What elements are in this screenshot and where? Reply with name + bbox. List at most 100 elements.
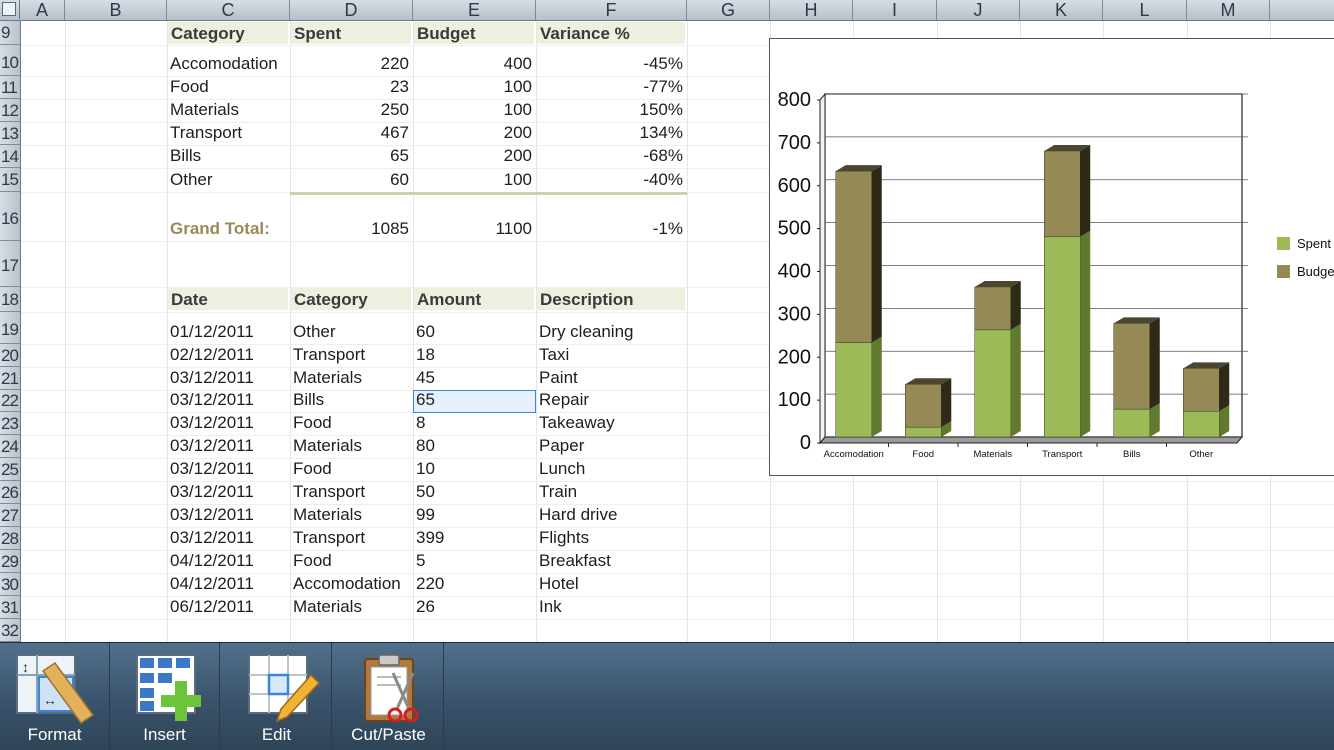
summary-cell[interactable]: 220 xyxy=(293,54,409,74)
summary-cell[interactable]: -77% xyxy=(539,77,683,97)
grand-total-budget[interactable]: 1100 xyxy=(416,219,532,239)
row-header-17[interactable]: 17 xyxy=(0,241,20,287)
column-header-l[interactable]: L xyxy=(1103,0,1187,20)
bar-spent-bills[interactable] xyxy=(1113,408,1150,438)
summary-cell[interactable]: -40% xyxy=(539,170,683,190)
column-header-f[interactable]: F xyxy=(536,0,687,20)
expense-header-cell[interactable]: Amount xyxy=(414,288,534,310)
bar-budget-bills[interactable] xyxy=(1113,323,1150,410)
row-header-30[interactable]: 30 xyxy=(0,573,20,596)
summary-cell[interactable]: 100 xyxy=(416,77,532,97)
expense-cell[interactable]: 02/12/2011 xyxy=(170,345,286,365)
column-header-k[interactable]: K xyxy=(1020,0,1103,20)
summary-cell[interactable]: -45% xyxy=(539,54,683,74)
expense-cell[interactable]: Transport xyxy=(293,345,409,365)
summary-cell[interactable]: Other xyxy=(170,170,286,190)
bar-budget-food[interactable] xyxy=(905,384,942,428)
expense-header-cell[interactable]: Description xyxy=(537,288,685,310)
expense-cell[interactable]: Train xyxy=(539,482,683,502)
row-header-20[interactable]: 20 xyxy=(0,344,20,367)
expense-cell[interactable]: Repair xyxy=(539,390,683,410)
expense-cell[interactable]: 10 xyxy=(416,459,532,479)
row-header-23[interactable]: 23 xyxy=(0,412,20,435)
expense-cell[interactable]: Hard drive xyxy=(539,505,683,525)
expense-cell[interactable]: 99 xyxy=(416,505,532,525)
edit-button[interactable]: Edit xyxy=(222,643,332,750)
expense-cell[interactable]: 03/12/2011 xyxy=(170,505,286,525)
expense-cell[interactable]: 26 xyxy=(416,597,532,617)
expense-cell[interactable]: Materials xyxy=(293,597,409,617)
expense-cell[interactable]: 65 xyxy=(416,390,532,410)
insert-button[interactable]: Insert xyxy=(110,643,220,750)
expense-cell[interactable]: 399 xyxy=(416,528,532,548)
bar-spent-materials[interactable] xyxy=(974,329,1011,438)
summary-header-cell[interactable]: Spent xyxy=(291,22,411,44)
summary-cell[interactable]: Materials xyxy=(170,100,286,120)
expense-cell[interactable]: 03/12/2011 xyxy=(170,482,286,502)
expense-cell[interactable]: Bills xyxy=(293,390,409,410)
summary-cell[interactable]: 100 xyxy=(416,170,532,190)
expense-cell[interactable]: Paint xyxy=(539,368,683,388)
bar-spent-food[interactable] xyxy=(905,426,942,438)
expense-cell[interactable]: 03/12/2011 xyxy=(170,368,286,388)
bar-budget-other[interactable] xyxy=(1183,368,1220,412)
summary-cell[interactable]: 60 xyxy=(293,170,409,190)
column-header-d[interactable]: D xyxy=(290,0,413,20)
grand-total-spent[interactable]: 1085 xyxy=(293,219,409,239)
expense-cell[interactable]: Food xyxy=(293,551,409,571)
expense-cell[interactable]: Lunch xyxy=(539,459,683,479)
column-header-b[interactable]: B xyxy=(65,0,167,20)
bar-budget-accomodation[interactable] xyxy=(835,170,872,343)
expense-cell[interactable]: 04/12/2011 xyxy=(170,551,286,571)
expense-cell[interactable]: Accomodation xyxy=(293,574,409,594)
summary-cell[interactable]: 250 xyxy=(293,100,409,120)
expense-cell[interactable]: Breakfast xyxy=(539,551,683,571)
row-header-16[interactable]: 16 xyxy=(0,192,20,241)
expense-cell[interactable]: Other xyxy=(293,322,409,342)
row-header-32[interactable]: 32 xyxy=(0,619,20,642)
grand-total-label[interactable]: Grand Total: xyxy=(170,219,286,239)
expense-cell[interactable]: 5 xyxy=(416,551,532,571)
expense-cell[interactable]: 03/12/2011 xyxy=(170,528,286,548)
expense-cell[interactable]: 04/12/2011 xyxy=(170,574,286,594)
expense-cell[interactable]: 06/12/2011 xyxy=(170,597,286,617)
expense-cell[interactable]: Takeaway xyxy=(539,413,683,433)
expense-cell[interactable]: Food xyxy=(293,459,409,479)
stacked-bar-chart[interactable]: 0 100 200 300 400 500 600 700 800 Accomodation Foo… xyxy=(769,38,1334,476)
expense-header-cell[interactable]: Category xyxy=(291,288,411,310)
summary-cell[interactable]: -68% xyxy=(539,146,683,166)
expense-cell[interactable]: 18 xyxy=(416,345,532,365)
row-header-27[interactable]: 27 xyxy=(0,504,20,527)
expense-cell[interactable]: Taxi xyxy=(539,345,683,365)
format-button[interactable]: ↕ ↔ Format xyxy=(0,643,110,750)
summary-cell[interactable]: Bills xyxy=(170,146,286,166)
column-header-a[interactable]: A xyxy=(20,0,65,20)
column-header-g[interactable]: G xyxy=(687,0,770,20)
expense-cell[interactable]: 80 xyxy=(416,436,532,456)
bar-spent-other[interactable] xyxy=(1183,411,1220,438)
expense-cell[interactable]: Transport xyxy=(293,482,409,502)
expense-cell[interactable]: Materials xyxy=(293,505,409,525)
column-header-e[interactable]: E xyxy=(413,0,536,20)
summary-header-cell[interactable]: Budget xyxy=(414,22,534,44)
column-header-h[interactable]: H xyxy=(770,0,853,20)
column-header-j[interactable]: J xyxy=(937,0,1020,20)
expense-cell[interactable]: Flights xyxy=(539,528,683,548)
expense-header-cell[interactable]: Date xyxy=(168,288,288,310)
expense-cell[interactable]: 01/12/2011 xyxy=(170,322,286,342)
cut-paste-button[interactable]: Cut/Paste xyxy=(334,643,444,750)
expense-cell[interactable]: Dry cleaning xyxy=(539,322,683,342)
expense-cell[interactable]: Transport xyxy=(293,528,409,548)
row-header-26[interactable]: 26 xyxy=(0,481,20,504)
row-header-28[interactable]: 28 xyxy=(0,527,20,550)
expense-cell[interactable]: Food xyxy=(293,413,409,433)
column-header-m[interactable]: M xyxy=(1187,0,1270,20)
row-header-19[interactable]: 19 xyxy=(0,312,20,344)
summary-cell[interactable]: Accomodation xyxy=(170,54,286,74)
expense-cell[interactable]: 8 xyxy=(416,413,532,433)
summary-cell[interactable]: 23 xyxy=(293,77,409,97)
expense-cell[interactable]: Paper xyxy=(539,436,683,456)
column-header-c[interactable]: C xyxy=(167,0,290,20)
expense-cell[interactable]: Materials xyxy=(293,368,409,388)
summary-cell[interactable]: Food xyxy=(170,77,286,97)
